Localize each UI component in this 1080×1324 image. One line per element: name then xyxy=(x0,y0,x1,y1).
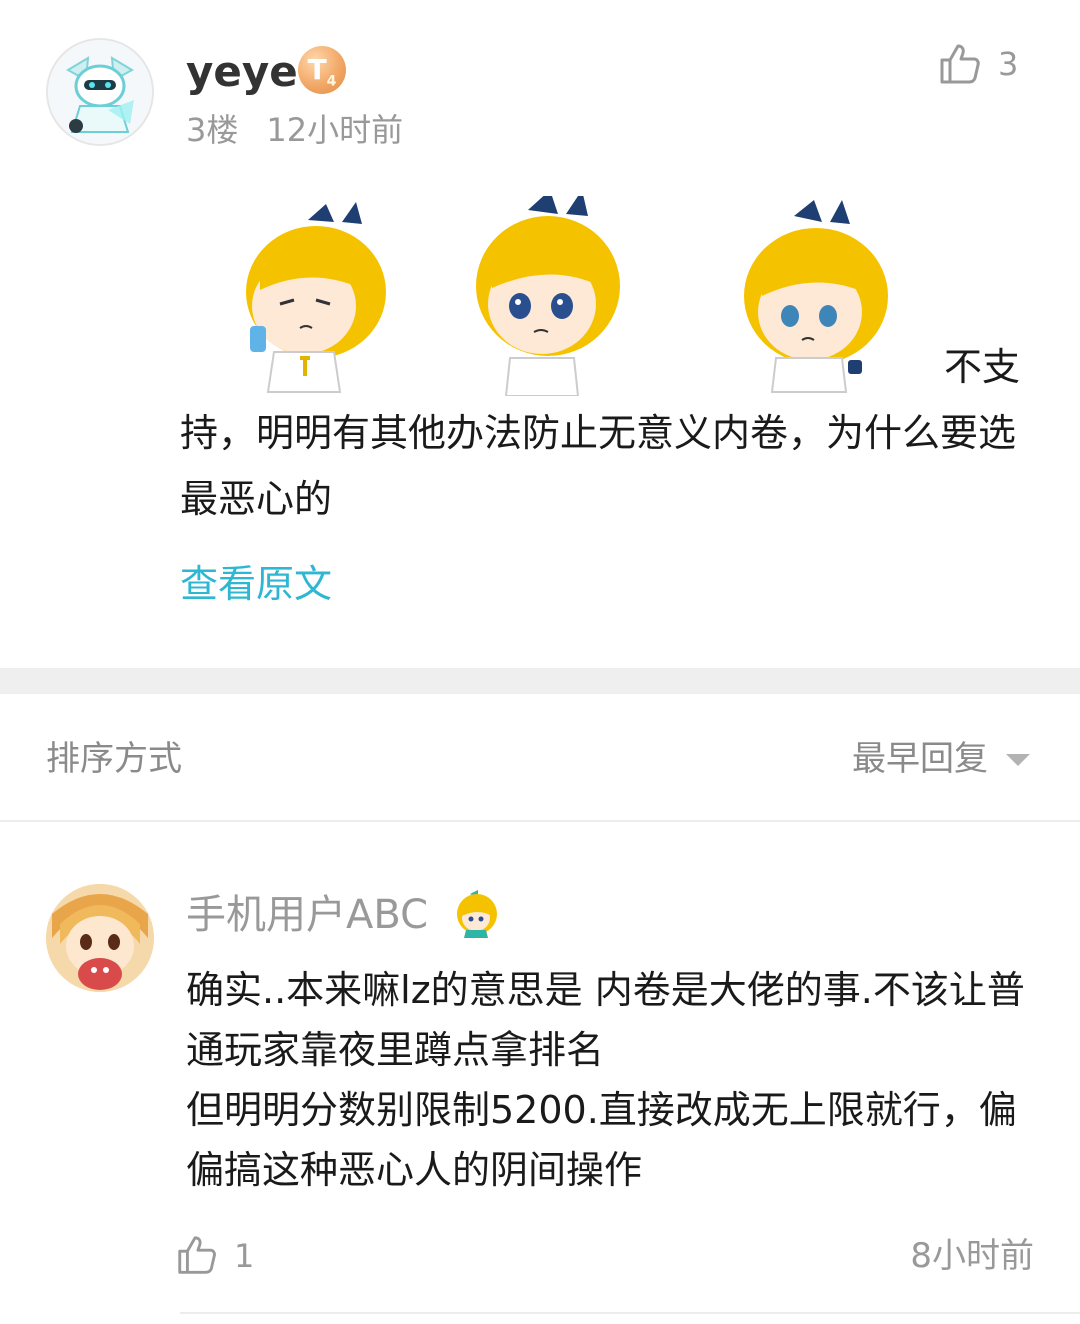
post-content: 不支持，明明有其他办法防止无意义内卷，为什么要选最恶心的 xyxy=(180,334,1036,532)
divider-line xyxy=(180,1312,1080,1314)
like-count: 3 xyxy=(998,45,1019,83)
level-badge-letter: T xyxy=(307,53,327,86)
floor-number: 3楼 xyxy=(186,111,239,149)
thumbs-up-icon xyxy=(940,44,980,84)
reply-avatar[interactable] xyxy=(46,884,154,992)
level-badge: T4 xyxy=(298,46,346,94)
reply-username[interactable]: 手机用户ABC xyxy=(186,888,428,942)
like-button[interactable] xyxy=(936,40,984,88)
avatar-anime-icon xyxy=(46,884,154,992)
sort-label: 排序方式 xyxy=(46,739,182,779)
reply-like-count: 1 xyxy=(234,1237,255,1275)
post-text-body: 持，明明有其他办法防止无意义内卷，为什么要选最恶心的 xyxy=(180,411,1017,521)
divider-line xyxy=(0,820,1080,822)
section-divider xyxy=(0,668,1080,694)
reply-content: 确实..本来嘛lz的意思是 内卷是大佬的事.不该让普通玩家靠夜里蹲点拿排名 但明… xyxy=(186,968,1025,1192)
sticker-badge-icon xyxy=(457,890,497,938)
post-meta: 3楼 12小时前 xyxy=(186,108,403,152)
post-username[interactable]: yeye xyxy=(186,44,298,100)
user-badge xyxy=(452,888,502,938)
avatar-mecha-icon xyxy=(48,40,152,144)
caret-down-icon[interactable] xyxy=(1006,754,1030,766)
post-time: 12小时前 xyxy=(266,111,404,149)
view-original-link[interactable]: 查看原文 xyxy=(180,556,332,612)
sort-dropdown[interactable]: 最早回复 xyxy=(852,736,988,782)
level-badge-number: 4 xyxy=(326,73,337,90)
post-text-tail: 不支 xyxy=(944,345,1021,389)
reply-like-button[interactable] xyxy=(174,1232,220,1278)
thumbs-up-icon xyxy=(178,1236,216,1274)
user-avatar[interactable] xyxy=(46,38,154,146)
reply-time: 8小时前 xyxy=(910,1236,1034,1276)
